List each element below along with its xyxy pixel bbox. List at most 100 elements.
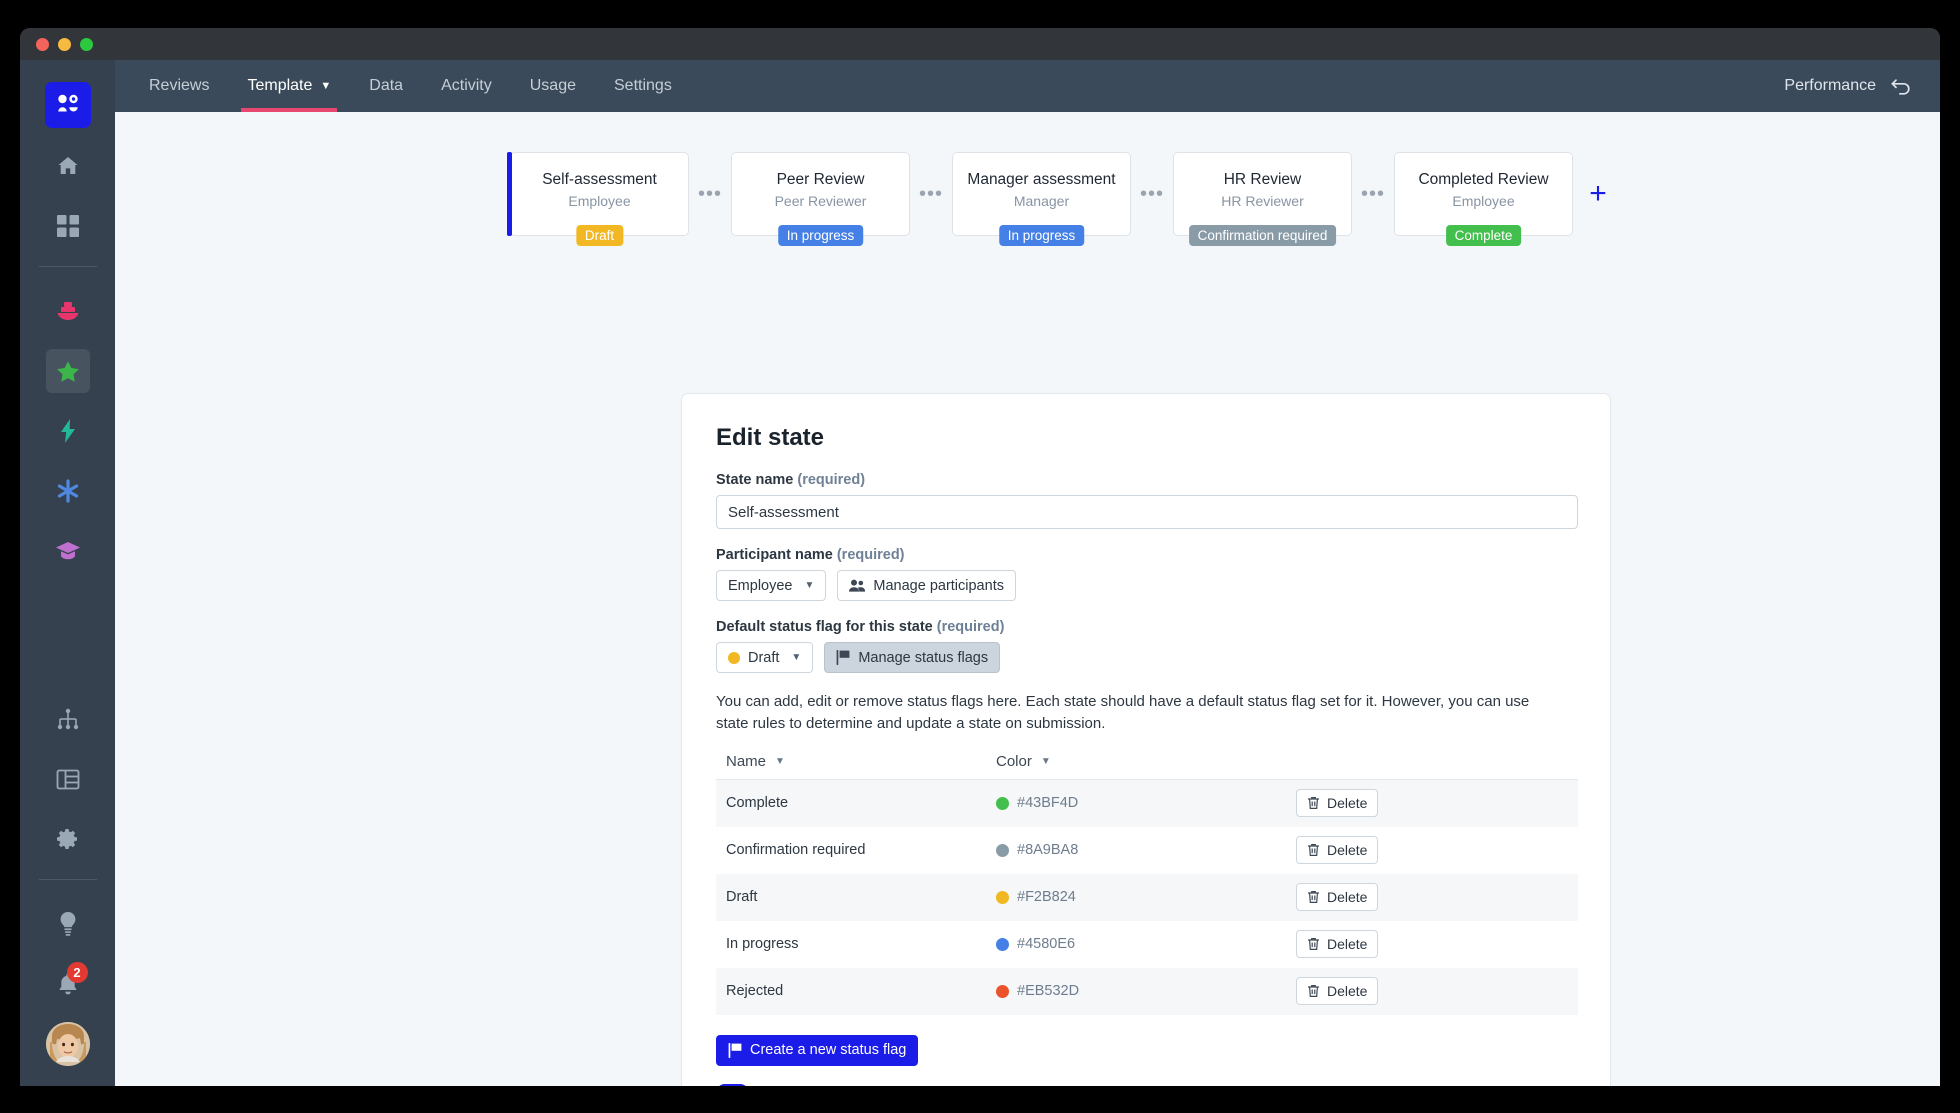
required-marker: (required) (936, 619, 1005, 635)
create-flag-row: Create a new status flag (716, 1034, 1576, 1066)
app-body: 2 Reviews Template ▼ Data Activity Usage… (20, 60, 1940, 1086)
sidebar-item-home[interactable] (46, 144, 90, 188)
sidebar-item-notifications[interactable]: 2 (46, 962, 90, 1006)
sidebar-item-integrations[interactable] (46, 469, 90, 513)
window-maximize-button[interactable] (80, 37, 93, 51)
state-card-title: HR Review (1223, 171, 1302, 188)
sidebar-item-performance[interactable] (45, 349, 90, 393)
lightbulb-icon (58, 912, 78, 936)
avatar[interactable] (45, 1022, 90, 1066)
state-flow-row: Self-assessment Employee Draft ••• Peer … (507, 112, 1940, 246)
flag-name: Confirmation required (726, 842, 866, 858)
nav-tab-data[interactable]: Data (363, 60, 409, 112)
state-card-participant: Peer Reviewer (774, 193, 867, 209)
table-row[interactable]: In progress #4580E6 Delete (716, 921, 1578, 968)
home-icon (56, 154, 80, 178)
window-minimize-button[interactable] (58, 37, 71, 51)
sidebar-item-learning[interactable] (46, 529, 90, 573)
state-card-participant: HR Reviewer (1221, 193, 1304, 209)
column-header-color[interactable]: Color ▼ (996, 753, 1296, 770)
delete-flag-button[interactable]: Delete (1296, 836, 1379, 864)
delete-flag-button[interactable]: Delete (1296, 789, 1379, 817)
app-logo-icon[interactable] (44, 82, 91, 128)
nav-tab-label: Template (247, 77, 313, 94)
org-chart-icon (56, 708, 80, 730)
table-row[interactable]: Confirmation required #8A9BA8 Delete (716, 827, 1578, 874)
flag-color: #F2B824 (996, 889, 1296, 905)
state-card-title: Peer Review (776, 171, 865, 188)
state-card-flag: Confirmation required (1188, 225, 1337, 246)
state-card-self-assessment[interactable]: Self-assessment Employee Draft (507, 152, 689, 246)
topnav-right-group: Performance (1784, 77, 1912, 95)
participant-select[interactable]: Employee ▼ (716, 570, 827, 601)
sidebar-item-onboarding[interactable] (46, 289, 90, 333)
state-card-participant: Manager (1013, 193, 1070, 209)
participant-controls-row: Employee ▼ Manage participants (716, 570, 1576, 601)
delete-flag-button[interactable]: Delete (1296, 883, 1379, 911)
app-window: 2 Reviews Template ▼ Data Activity Usage… (20, 28, 1940, 1086)
state-card-hr-review[interactable]: HR Review HR Reviewer Confirmation requi… (1173, 152, 1352, 246)
nav-tab-label: Activity (441, 77, 492, 94)
sidebar-item-tips[interactable] (46, 902, 90, 946)
sidebar-item-org-chart[interactable] (46, 697, 90, 741)
flag-color-hex: #EB532D (1017, 983, 1080, 999)
nav-tab-label: Reviews (149, 77, 210, 94)
table-row[interactable]: Draft #F2B824 Delete (716, 873, 1578, 921)
flag-icon (836, 650, 850, 665)
toggle-knob (733, 1085, 747, 1086)
delete-flag-label: Delete (1327, 795, 1368, 811)
nav-tab-activity[interactable]: Activity (435, 60, 498, 112)
table-row[interactable]: Rejected #EB532D Delete (716, 967, 1578, 1015)
flow-connector-menu-3[interactable]: ••• (1131, 152, 1173, 236)
window-close-button[interactable] (36, 37, 49, 51)
add-state-button[interactable]: + (1573, 152, 1623, 236)
table-row[interactable]: Complete #43BF4D Delete (716, 779, 1578, 827)
state-card-manager-assessment[interactable]: Manager assessment Manager In progress (952, 152, 1131, 246)
state-card-completed-review[interactable]: Completed Review Employee Complete (1394, 152, 1573, 246)
state-name-label-text: State name (716, 472, 794, 488)
flag-color: #8A9BA8 (996, 842, 1296, 858)
delete-flag-button[interactable]: Delete (1296, 930, 1379, 958)
undo-icon[interactable] (1890, 77, 1912, 95)
delete-flag-button[interactable]: Delete (1296, 977, 1379, 1005)
trash-icon (1307, 890, 1320, 904)
default-status-flag-select[interactable]: Draft ▼ (716, 642, 814, 673)
sidebar-item-reports[interactable] (46, 757, 90, 801)
visible-by-default-row: All sections and elements are visible by… (716, 1083, 1576, 1086)
sidebar-item-dashboard[interactable] (46, 204, 90, 248)
manage-participants-button[interactable]: Manage participants (837, 570, 1016, 601)
nav-tab-label: Usage (529, 77, 576, 94)
nav-tab-usage[interactable]: Usage (524, 60, 582, 112)
trash-icon (1307, 984, 1320, 998)
chevron-down-icon: ▼ (1040, 755, 1051, 767)
flag-color-hex: #F2B824 (1017, 889, 1076, 905)
state-card-participant: Employee (1452, 193, 1515, 209)
column-header-name[interactable]: Name ▼ (726, 753, 996, 770)
flow-connector-menu-1[interactable]: ••• (689, 152, 731, 236)
manage-status-flags-button[interactable]: Manage status flags (824, 642, 1001, 673)
state-card-title: Self-assessment (542, 171, 657, 188)
flag-color-hex: #8A9BA8 (1017, 842, 1079, 858)
flow-connector-menu-2[interactable]: ••• (910, 152, 952, 236)
flow-connector-menu-4[interactable]: ••• (1352, 152, 1394, 236)
state-card-flag: In progress (998, 225, 1085, 246)
state-card-title: Manager assessment (967, 171, 1116, 188)
create-status-flag-button[interactable]: Create a new status flag (716, 1034, 919, 1066)
nav-tab-reviews[interactable]: Reviews (143, 60, 215, 112)
status-color-swatch (728, 651, 740, 664)
nav-tab-template[interactable]: Template ▼ (241, 60, 338, 112)
sidebar-item-settings[interactable] (46, 817, 90, 861)
people-icon (849, 579, 866, 593)
state-name-input[interactable]: Self-assessment (716, 495, 1578, 529)
state-card-peer-review[interactable]: Peer Review Peer Reviewer In progress (731, 152, 910, 246)
status-color-swatch (996, 843, 1009, 857)
sidebar-item-automation[interactable] (46, 409, 90, 453)
create-status-flag-label: Create a new status flag (750, 1042, 907, 1058)
flag-color-hex: #43BF4D (1017, 795, 1079, 811)
flag-color: #43BF4D (996, 795, 1296, 811)
nav-tab-settings[interactable]: Settings (608, 60, 678, 112)
delete-flag-label: Delete (1327, 842, 1368, 858)
status-flag-controls-row: Draft ▼ Manage status flags (716, 642, 1576, 673)
visible-by-default-toggle[interactable] (716, 1083, 749, 1086)
nav-tab-label: Settings (614, 77, 672, 94)
